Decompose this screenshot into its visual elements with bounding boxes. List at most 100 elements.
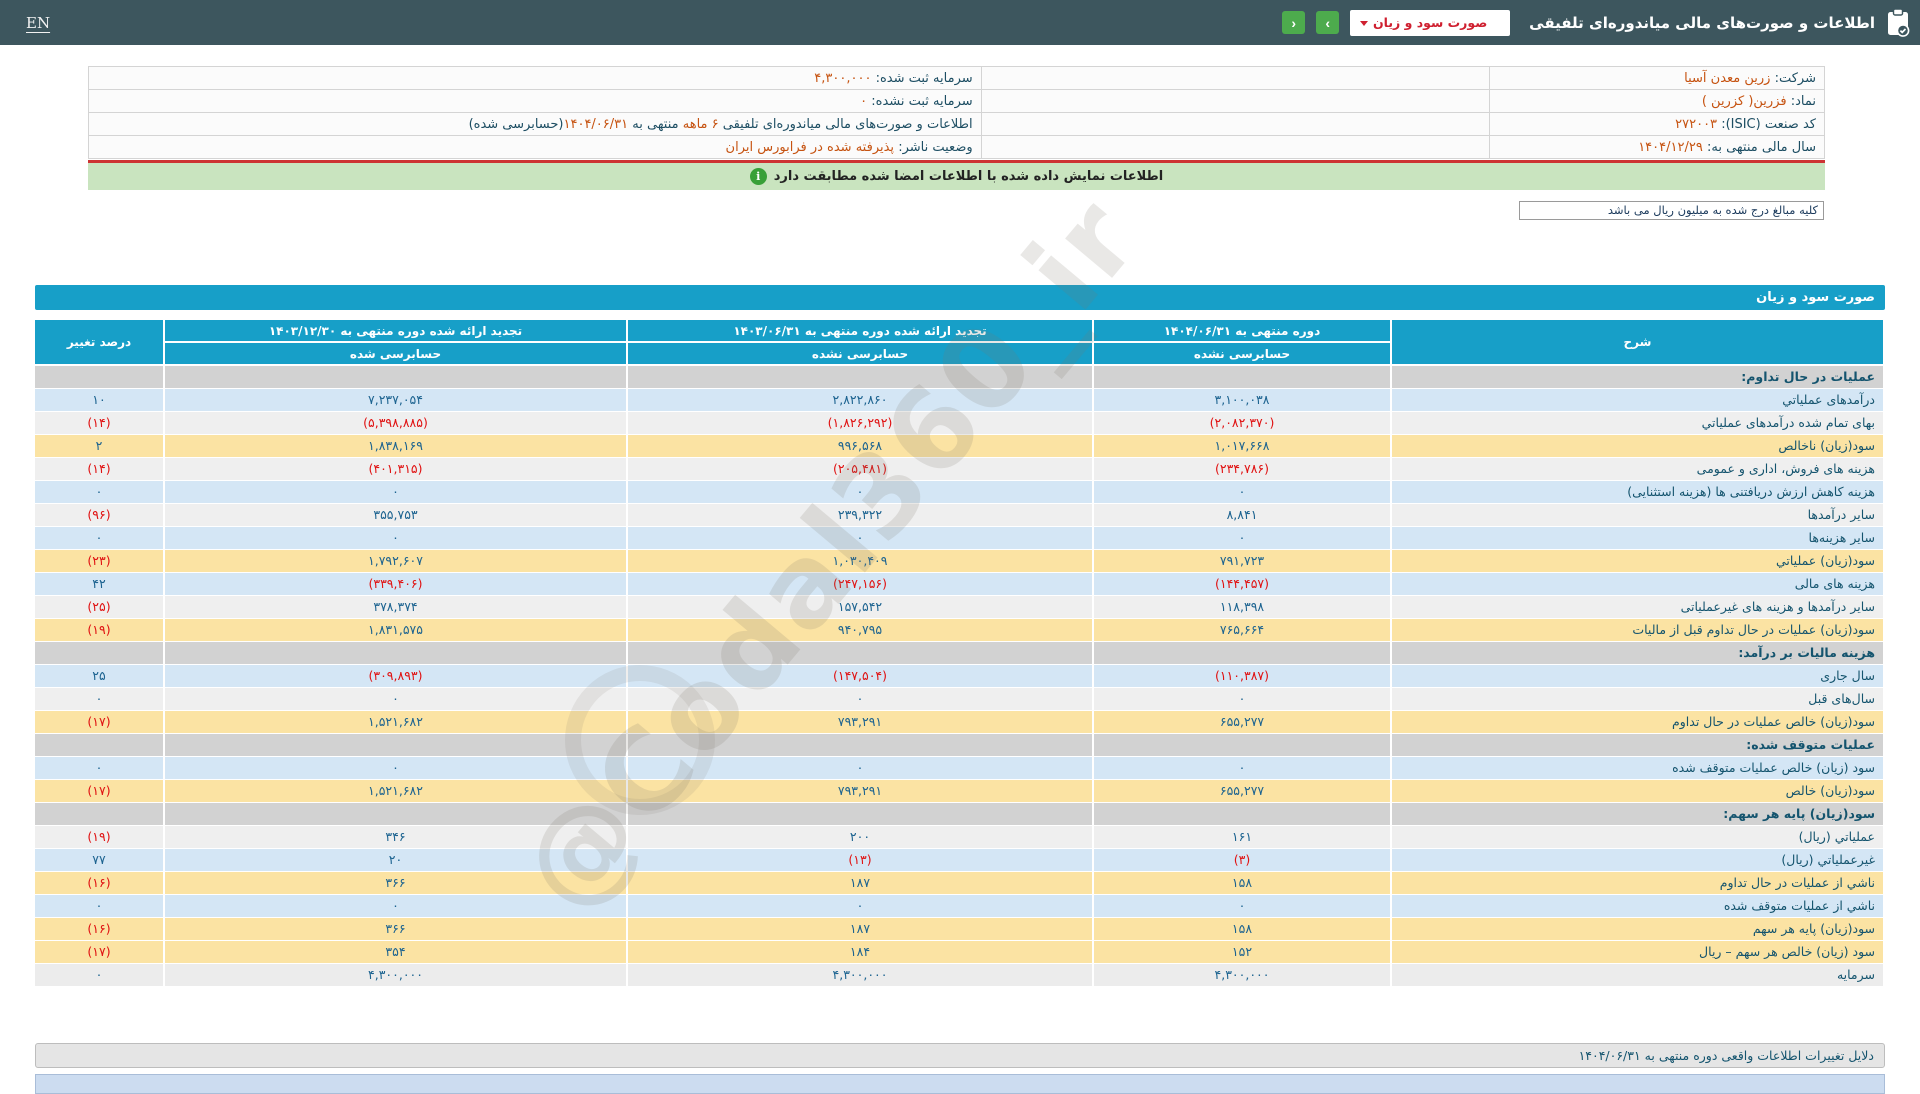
row-value: (۱۶) <box>34 917 164 940</box>
row-value: ۹۹۶,۵۶۸ <box>627 434 1093 457</box>
symbol-label: نماد: <box>1791 94 1816 109</box>
bottom-section-bar <box>35 1074 1885 1094</box>
row-value: ۲۵ <box>34 664 164 687</box>
row-value: ۲,۸۲۲,۸۶۰ <box>627 388 1093 411</box>
row-value: (۱۴۴,۴۵۷) <box>1093 572 1391 595</box>
statement-line-date: ۱۴۰۴/۰۶/۳۱ <box>564 117 629 132</box>
row-value: (۴۰۱,۳۱۵) <box>164 457 627 480</box>
row-label: هزینه های فروش، اداری و عمومی <box>1391 457 1884 480</box>
row-value: (۱۳) <box>627 848 1093 871</box>
row-value: ۴,۳۰۰,۰۰۰ <box>164 963 627 986</box>
chevron-down-icon <box>1360 21 1368 26</box>
row-value: (۳۰۹,۸۹۳) <box>164 664 627 687</box>
row-label: درآمدهای عملیاتي <box>1391 388 1884 411</box>
row-value: ۰ <box>34 687 164 710</box>
row-value: ۰ <box>164 687 627 710</box>
row-value <box>627 641 1093 664</box>
row-label: عملیاتي (ریال) <box>1391 825 1884 848</box>
row-label: عملیات در حال تداوم: <box>1391 365 1884 388</box>
row-value: (۱۶) <box>34 871 164 894</box>
row-value <box>1093 641 1391 664</box>
row-value: ۴۲ <box>34 572 164 595</box>
row-label: سود (زیان) خالص عملیات متوقف شده <box>1391 756 1884 779</box>
row-value: (۱۹) <box>34 825 164 848</box>
signature-match-notice: اطلاعات نمایش داده شده با اطلاعات امضا ش… <box>88 163 1825 190</box>
info-spacer <box>981 67 1490 90</box>
row-value: ۳۶۶ <box>164 871 627 894</box>
row-value: ۱۱۸,۳۹۸ <box>1093 595 1391 618</box>
row-label: هزینه مالیات بر درآمد: <box>1391 641 1884 664</box>
income-statement-table: شرح دوره منتهی به ۱۴۰۴/۰۶/۳۱ تجدید ارائه… <box>33 318 1885 987</box>
row-value: (۱۴۷,۵۰۴) <box>627 664 1093 687</box>
row-value: ۱۵۷,۵۴۲ <box>627 595 1093 618</box>
row-label: سایر هزینه‌ها <box>1391 526 1884 549</box>
table-row: سال‌های قبل۰۰۰۰ <box>34 687 1884 710</box>
row-label: بهای تمام شده درآمدهای عملیاتي <box>1391 411 1884 434</box>
row-value: ۰ <box>34 894 164 917</box>
row-value: ۰ <box>1093 894 1391 917</box>
row-value: ۷۹۱,۷۲۳ <box>1093 549 1391 572</box>
change-reasons-title: دلایل تغییرات اطلاعات واقعی دوره منتهی ب… <box>1579 1048 1874 1063</box>
row-value <box>627 802 1093 825</box>
row-value: (۱۱۰,۳۸۷) <box>1093 664 1391 687</box>
row-label: عملیات متوقف شده: <box>1391 733 1884 756</box>
statement-line-mid: منتهی به <box>628 117 683 132</box>
row-value: ۳۵۴ <box>164 940 627 963</box>
table-row: ناشي از عملیات متوقف شده۰۰۰۰ <box>34 894 1884 917</box>
row-label: سال جاری <box>1391 664 1884 687</box>
table-row: سود (زیان) خالص هر سهم – ریال۱۵۲۱۸۴۳۵۴(۱… <box>34 940 1884 963</box>
row-value <box>164 641 627 664</box>
row-value <box>164 365 627 388</box>
row-label: سایر درآمدها <box>1391 503 1884 526</box>
prev-statement-button[interactable]: ‹ <box>1282 11 1305 34</box>
info-row: کد صنعت (ISIC): ۲۷۲۰۰۳ اطلاعات و صورت‌ها… <box>89 113 1825 136</box>
row-value: ۰ <box>1093 526 1391 549</box>
row-value: ۰ <box>34 756 164 779</box>
row-value: ۰ <box>34 480 164 503</box>
registered-capital-value: ۴,۳۰۰,۰۰۰ <box>814 71 871 86</box>
next-statement-button[interactable]: › <box>1316 11 1339 34</box>
table-row: سایر درآمدها۸,۸۴۱۲۳۹,۳۲۲۳۵۵,۷۵۳(۹۶) <box>34 503 1884 526</box>
statement-line-suffix: (حسابرسی شده) <box>469 117 564 132</box>
info-spacer <box>981 136 1490 159</box>
row-label: سود(زیان) عملیاتي <box>1391 549 1884 572</box>
row-value: ۰ <box>164 480 627 503</box>
row-value: ۰ <box>1093 480 1391 503</box>
row-value: ۲ <box>34 434 164 457</box>
income-table-header: شرح دوره منتهی به ۱۴۰۴/۰۶/۳۱ تجدید ارائه… <box>34 319 1884 365</box>
row-value: (۱۴) <box>34 457 164 480</box>
row-value: ۳۶۶ <box>164 917 627 940</box>
row-value: (۲۳۴,۷۸۶) <box>1093 457 1391 480</box>
table-row: سایر درآمدها و هزینه های غیرعملیاتی۱۱۸,۳… <box>34 595 1884 618</box>
row-value: ۰ <box>34 963 164 986</box>
row-label: سود (زیان) خالص هر سهم – ریال <box>1391 940 1884 963</box>
info-spacer <box>981 113 1490 136</box>
change-reasons-section-header[interactable]: دلایل تغییرات اطلاعات واقعی دوره منتهی ب… <box>35 1043 1885 1068</box>
row-value: (۱۷) <box>34 710 164 733</box>
row-value: ۷۶۵,۶۶۴ <box>1093 618 1391 641</box>
row-value: ۱,۰۳۰,۴۰۹ <box>627 549 1093 572</box>
row-value: (۲,۰۸۲,۳۷۰) <box>1093 411 1391 434</box>
row-value: ۲۰ <box>164 848 627 871</box>
table-row: سرمایه۴,۳۰۰,۰۰۰۴,۳۰۰,۰۰۰۴,۳۰۰,۰۰۰۰ <box>34 963 1884 986</box>
row-value: (۱۹) <box>34 618 164 641</box>
row-value <box>627 733 1093 756</box>
income-statement-title: صورت سود و زیان <box>35 285 1885 310</box>
row-value: ۱,۸۳۱,۵۷۵ <box>164 618 627 641</box>
statement-select[interactable]: صورت سود و زیان <box>1350 10 1510 36</box>
currency-unit-note: کلیه مبالغ درج شده به میلیون ریال می باش… <box>1519 201 1824 220</box>
row-value: ۰ <box>164 526 627 549</box>
company-info-table: شرکت: زرین معدن آسیا سرمایه ثبت شده: ۴,۳… <box>88 66 1825 159</box>
info-row: سال مالی منتهی به: ۱۴۰۴/۱۲/۲۹ وضعیت ناشر… <box>89 136 1825 159</box>
row-value: ۱,۵۲۱,۶۸۲ <box>164 710 627 733</box>
row-value: ۱۰ <box>34 388 164 411</box>
row-value: (۱۷) <box>34 940 164 963</box>
row-value: (۱۴) <box>34 411 164 434</box>
unregistered-capital-value: ۰ <box>860 94 867 109</box>
english-language-link[interactable]: EN <box>26 14 50 32</box>
row-value: ۰ <box>34 526 164 549</box>
section-row: عملیات متوقف شده: <box>34 733 1884 756</box>
row-value: ۱۵۸ <box>1093 917 1391 940</box>
registered-capital-label: سرمایه ثبت شده: <box>876 71 973 86</box>
row-label: هزینه های مالی <box>1391 572 1884 595</box>
